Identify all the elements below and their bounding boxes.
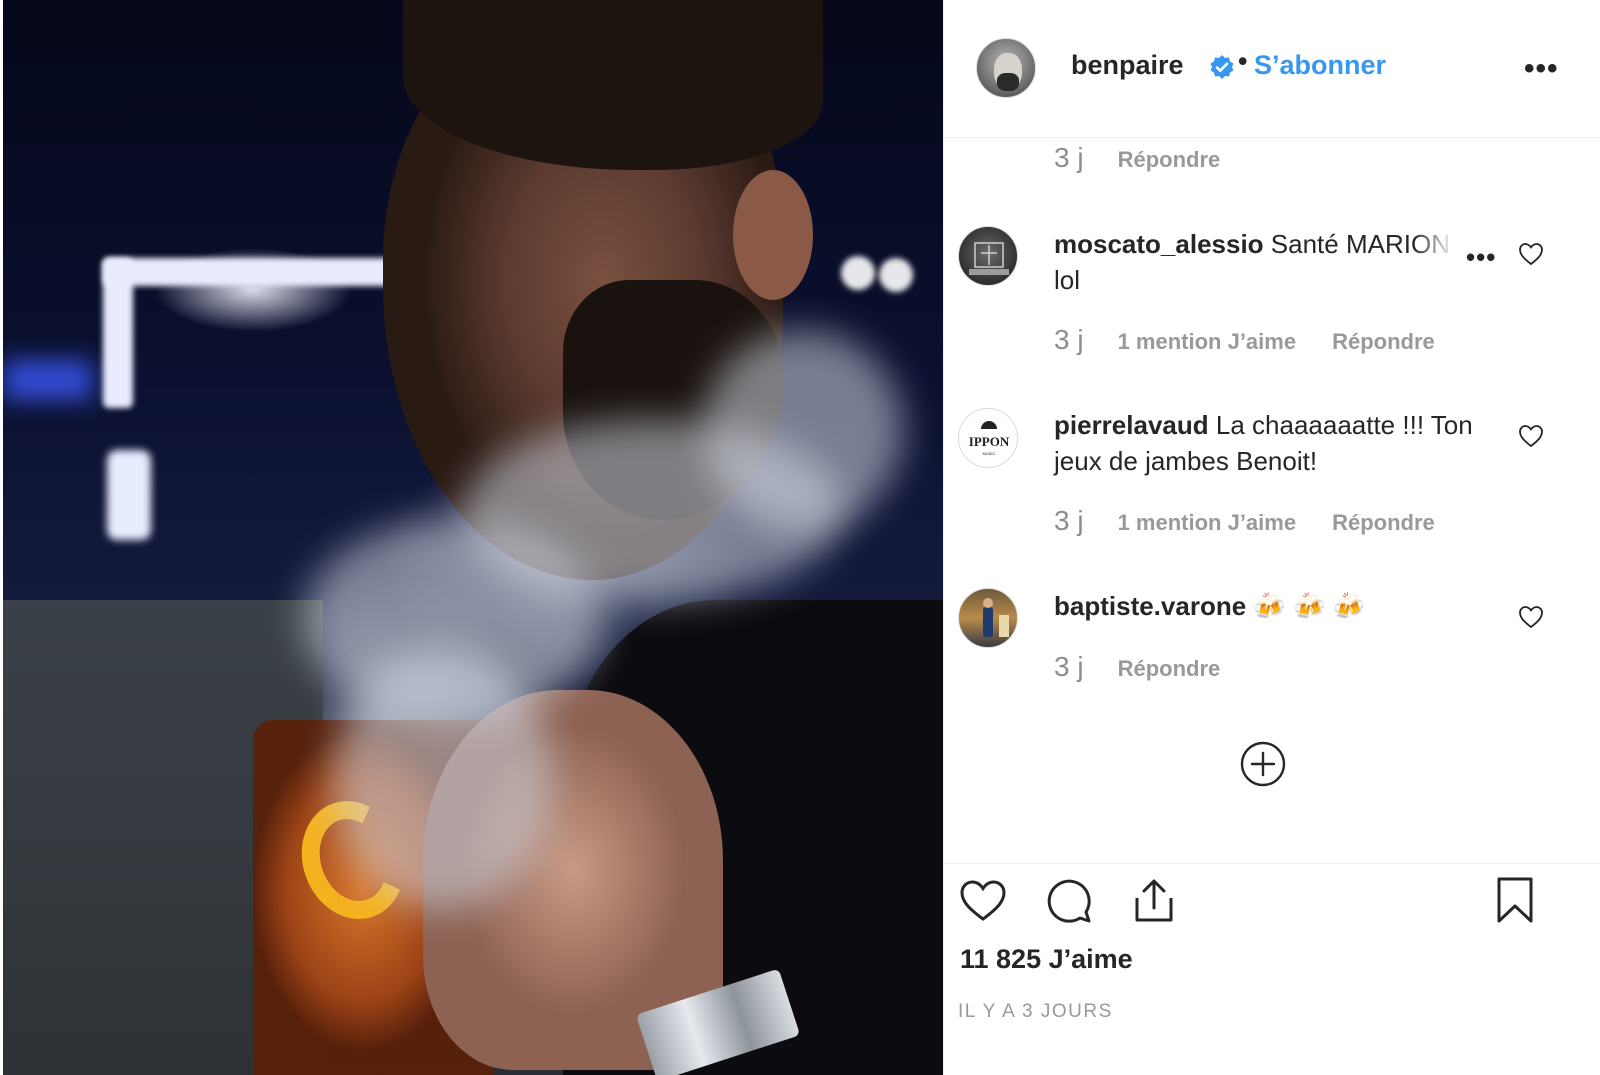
comment-username[interactable]: baptiste.varone	[1054, 591, 1246, 621]
avatar-logo-icon: IPPON MUSIC	[969, 421, 1010, 456]
comment-meta: 3 j 1 mention J’aime Répondre	[1054, 505, 1435, 537]
heart-icon[interactable]	[1518, 424, 1544, 448]
comment-likes[interactable]: 1 mention J’aime	[1118, 329, 1297, 355]
author-username[interactable]: benpaire	[1071, 50, 1184, 81]
comment-avatar[interactable]	[958, 588, 1018, 648]
comment-body: pierrelavaud La chaaaaaatte !!! Ton jeux…	[1054, 407, 1474, 479]
comment-text: 🍻 🍻 🍻	[1253, 591, 1365, 621]
share-icon[interactable]	[1129, 876, 1179, 926]
photo-background-glow	[3, 360, 93, 400]
heart-icon[interactable]	[958, 876, 1008, 926]
post-side-panel: benpaire • S’abonner ••• 3 j Répondre mo…	[943, 0, 1600, 1075]
plus-circle-icon[interactable]	[1239, 740, 1287, 788]
comment-meta: 3 j 1 mention J’aime Répondre	[1054, 324, 1435, 356]
photo-ear	[733, 170, 813, 300]
avatar-beard	[997, 73, 1019, 91]
reply-button[interactable]: Répondre	[1332, 329, 1435, 355]
photo-bokeh	[841, 256, 875, 290]
reply-button[interactable]: Répondre	[1118, 656, 1221, 682]
bookmark-icon[interactable]	[1490, 876, 1540, 926]
comment-time[interactable]: 3 j	[1054, 324, 1084, 356]
follow-button[interactable]: S’abonner	[1254, 50, 1386, 81]
photo-bokeh	[879, 258, 913, 292]
comment-likes[interactable]: 1 mention J’aime	[1118, 510, 1297, 536]
photo-neon-light-vertical	[103, 258, 133, 408]
avatar-logo-text: IPPON	[969, 434, 1010, 449]
comment-time[interactable]: 3 j	[1054, 142, 1084, 174]
likes-count[interactable]: 11 825 J’aime	[960, 944, 1133, 975]
post-photo[interactable]	[3, 0, 943, 1075]
comment-username[interactable]: moscato_alessio	[1054, 229, 1264, 259]
comments-list[interactable]: 3 j Répondre moscato_alessio Santé MARIO…	[944, 138, 1600, 863]
photo-smoke	[703, 330, 903, 530]
verified-badge-icon	[1210, 55, 1234, 79]
post-actions: 11 825 J’aime IL Y A 3 JOURS	[944, 863, 1600, 1075]
comment-body: moscato_alessio Santé MARION lol	[1054, 226, 1474, 298]
comment-icon[interactable]	[1044, 876, 1094, 926]
more-options-button[interactable]: •••	[1524, 52, 1559, 86]
comment-body: baptiste.varone 🍻 🍻 🍻	[1054, 588, 1474, 624]
svg-text:MUSIC: MUSIC	[983, 451, 996, 456]
comment-time[interactable]: 3 j	[1054, 651, 1084, 683]
avatar-logo-icon	[969, 242, 1009, 275]
comment-fade	[1414, 230, 1464, 266]
author-avatar[interactable]	[976, 38, 1036, 98]
heart-icon[interactable]	[1518, 605, 1544, 629]
comment-meta: 3 j Répondre	[1054, 651, 1220, 683]
header-separator: •	[1238, 46, 1248, 76]
heart-icon[interactable]	[1518, 242, 1544, 266]
photo-smoke	[333, 650, 553, 910]
reply-button[interactable]: Répondre	[1332, 510, 1435, 536]
avatar-photo-icon	[983, 598, 1009, 637]
photo-neon-light-low	[107, 450, 151, 540]
post-header: benpaire • S’abonner •••	[944, 0, 1600, 138]
comment-avatar[interactable]	[958, 226, 1018, 286]
comment-username[interactable]: pierrelavaud	[1054, 410, 1209, 440]
comment-meta: 3 j Répondre	[1054, 142, 1220, 174]
comment-more-button[interactable]: •••	[1466, 242, 1496, 273]
comment-avatar[interactable]: IPPON MUSIC	[958, 408, 1018, 468]
reply-button[interactable]: Répondre	[1118, 147, 1221, 173]
comment-time[interactable]: 3 j	[1054, 505, 1084, 537]
post-timestamp[interactable]: IL Y A 3 JOURS	[958, 1001, 1113, 1023]
photo-neon-light	[103, 258, 403, 286]
